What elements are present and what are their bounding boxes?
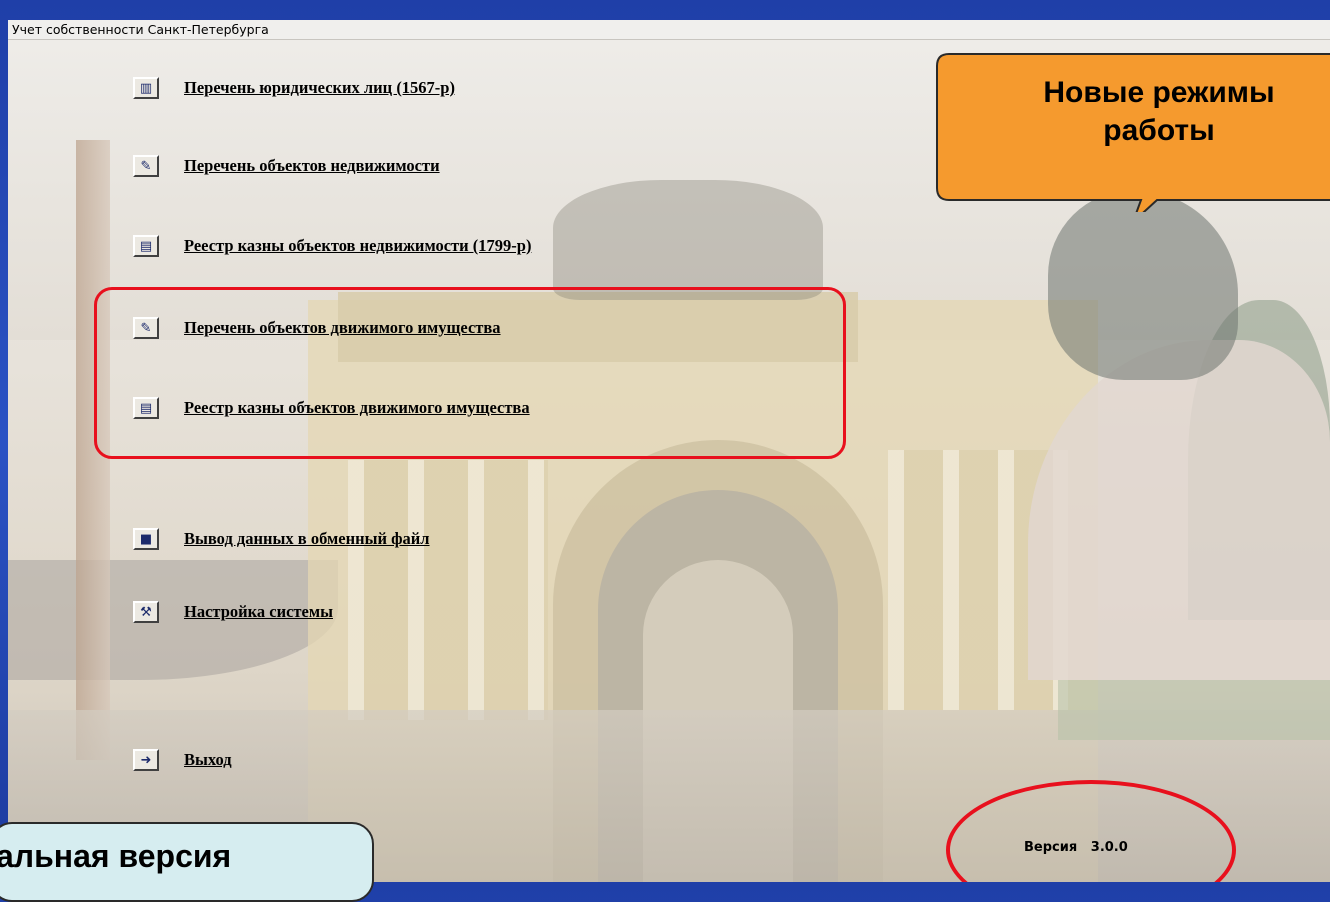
version-highlight-ellipse: [946, 780, 1236, 882]
exit-door-icon[interactable]: ➜: [133, 749, 159, 771]
background-arch-outer: [553, 440, 883, 882]
new-items-highlight-box: [94, 287, 846, 459]
menu-item-label[interactable]: Выход: [184, 750, 232, 770]
background-columns-right: [888, 450, 1068, 710]
entity-list-icon[interactable]: ▥: [133, 77, 159, 99]
callout-new-line1: Новые режимы: [1043, 76, 1275, 109]
background-trees: [1188, 300, 1330, 620]
background-columns-left: [348, 460, 548, 720]
menu-item-label[interactable]: Вывод данных в обменный файл: [184, 529, 430, 549]
window-title: Учет собственности Санкт-Петербурга: [8, 20, 1330, 40]
background-quadriga: [553, 180, 823, 300]
menu-item-label[interactable]: Реестр казны объектов недвижимости (1799…: [184, 236, 531, 256]
callout-new-text: Новые режимы работы: [949, 74, 1330, 150]
report-icon[interactable]: ▤: [133, 235, 159, 257]
callout-demo-text: альная версия: [0, 838, 232, 874]
background-thunder-stone: [1028, 340, 1330, 680]
form-list-icon[interactable]: ✎: [133, 155, 159, 177]
menu-item-label[interactable]: Перечень объектов недвижимости: [184, 156, 440, 176]
menu-item-real-estate[interactable]: ✎ Перечень объектов недвижимости: [133, 155, 440, 177]
callout-new-line2: работы: [1103, 114, 1215, 147]
callout-new-modes: Новые режимы работы: [935, 52, 1330, 212]
background-lawn: [1058, 680, 1330, 740]
callout-demo-version: альная версия: [0, 822, 374, 902]
save-disk-icon[interactable]: ■: [133, 528, 159, 550]
background-arch-inner: [598, 490, 838, 882]
menu-item-system-settings[interactable]: ⚒ Настройка системы: [133, 601, 333, 623]
menu-item-real-estate-registry[interactable]: ▤ Реестр казны объектов недвижимости (17…: [133, 235, 531, 257]
menu-item-label[interactable]: Перечень юридических лиц (1567-р): [184, 78, 455, 98]
menu-item-legal-entities[interactable]: ▥ Перечень юридических лиц (1567-р): [133, 77, 455, 99]
background-arch-far: [643, 560, 793, 882]
background-bronze-horseman: [1048, 190, 1238, 380]
menu-item-export-exchange-file[interactable]: ■ Вывод данных в обменный файл: [133, 528, 430, 550]
menu-item-label[interactable]: Настройка системы: [184, 602, 333, 622]
tools-icon[interactable]: ⚒: [133, 601, 159, 623]
menu-item-exit[interactable]: ➜ Выход: [133, 749, 232, 771]
